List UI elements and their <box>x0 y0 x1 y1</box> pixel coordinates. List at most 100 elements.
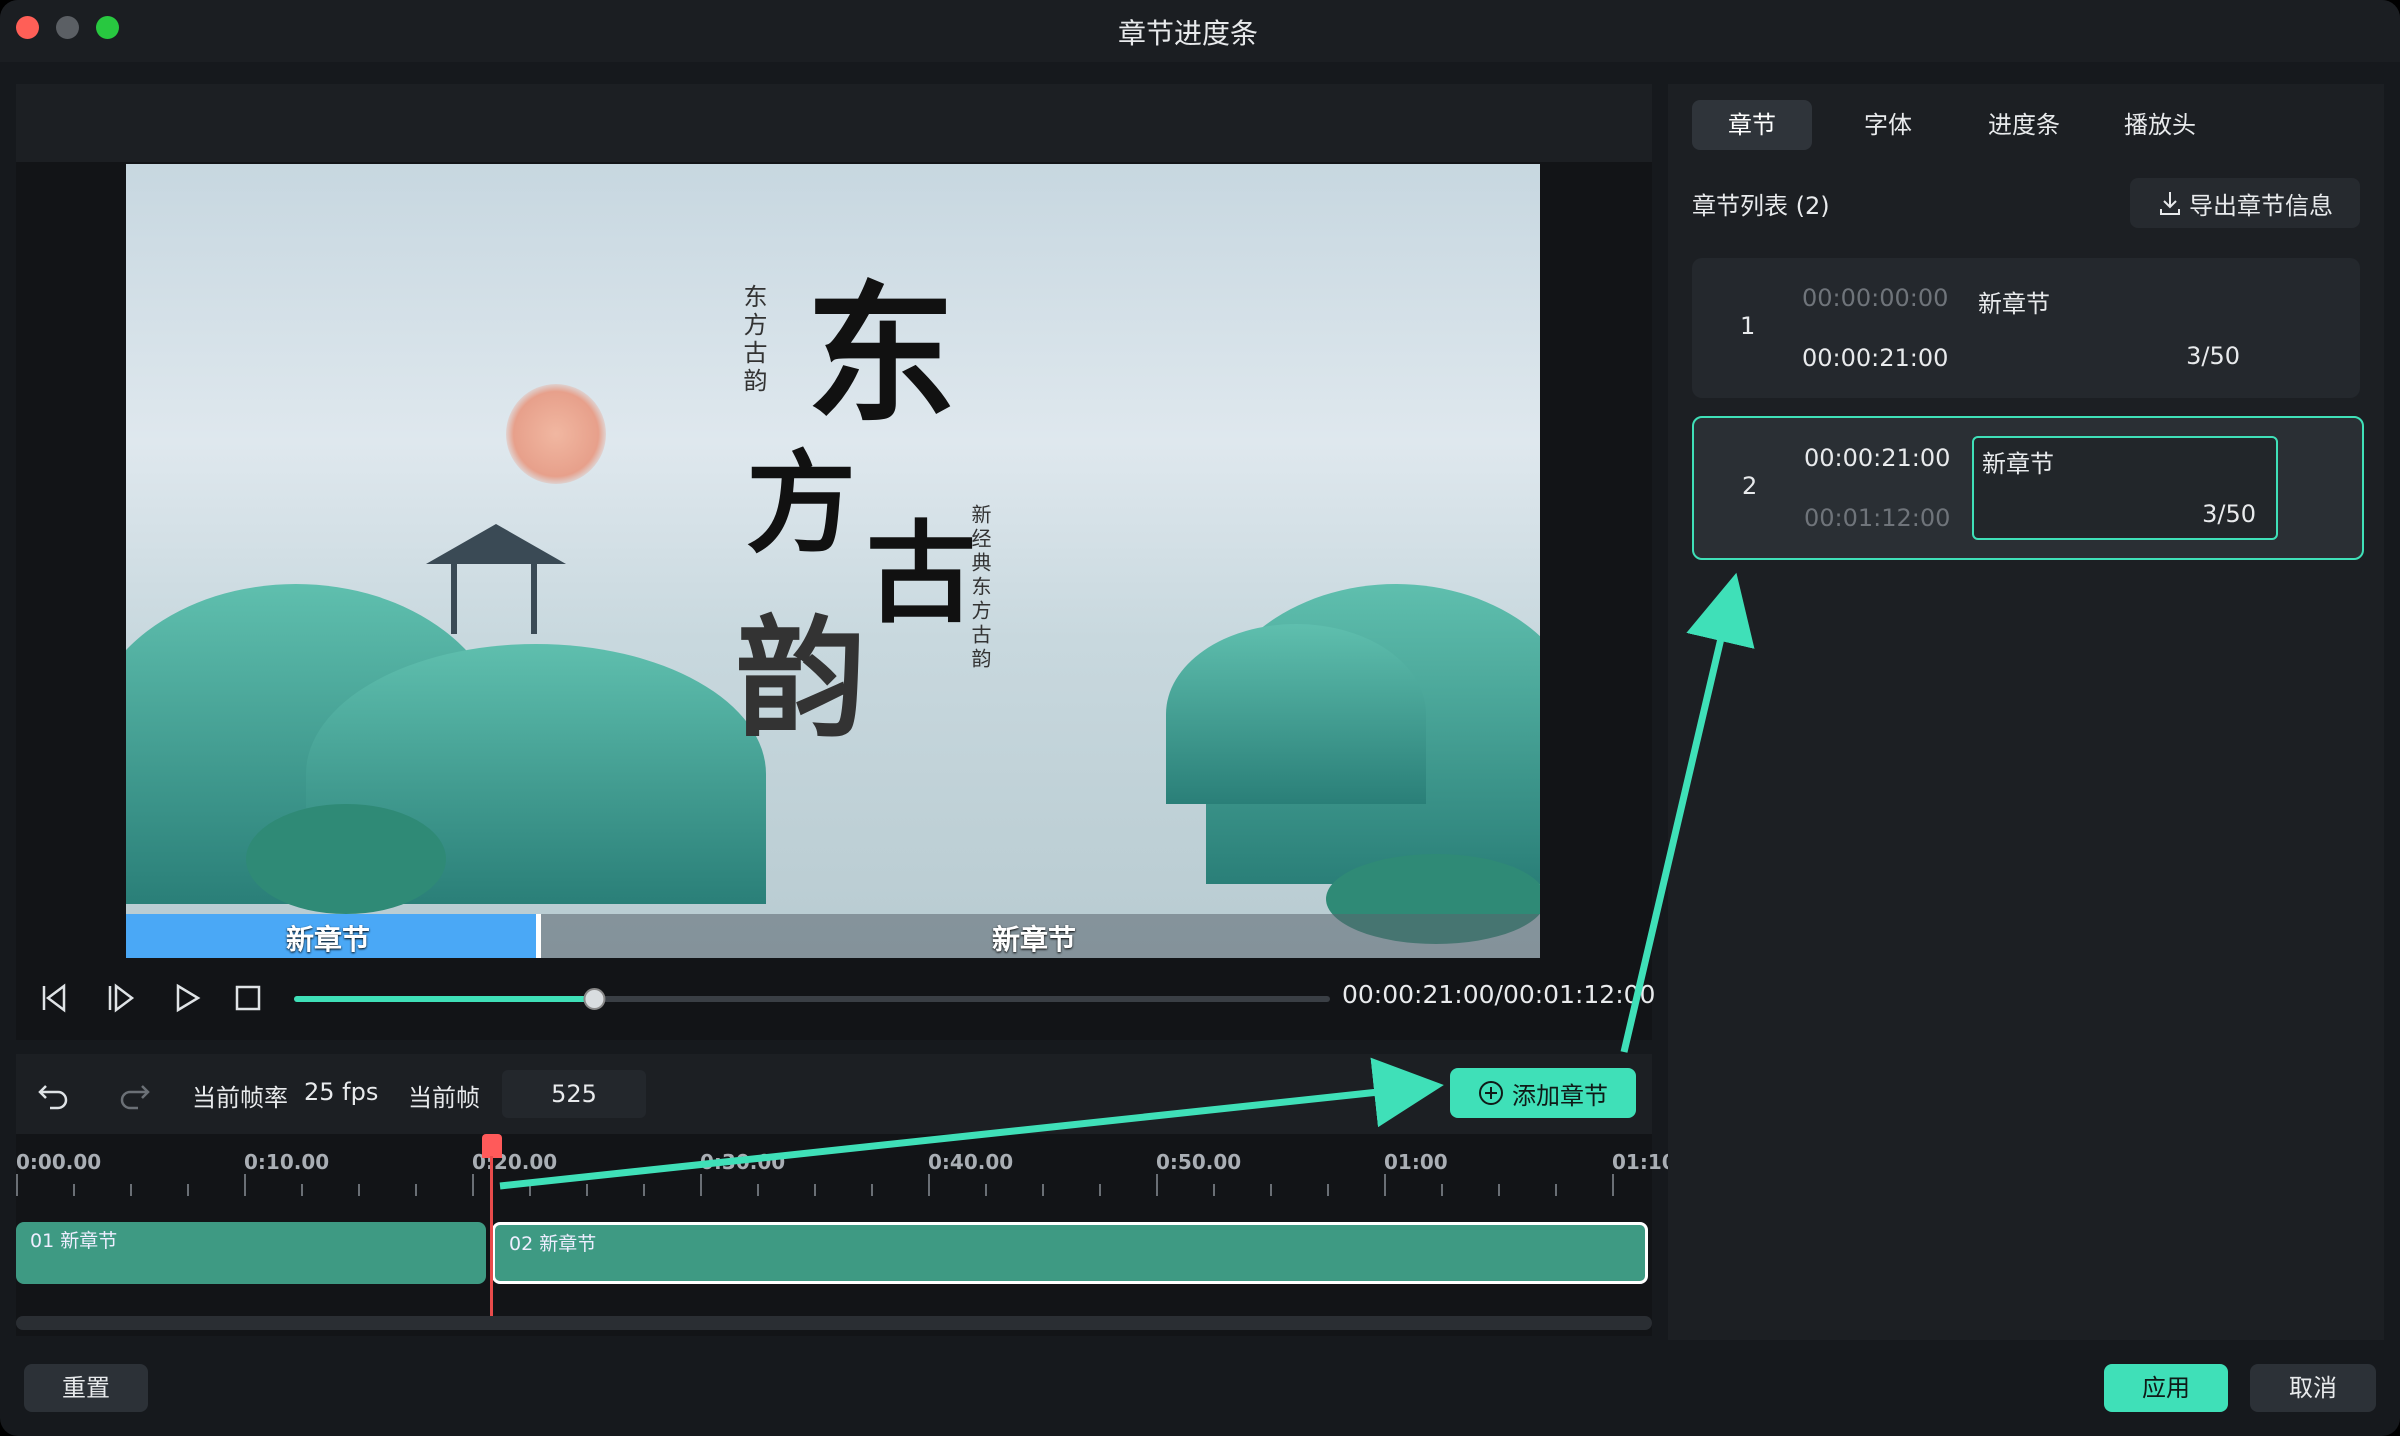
reset-button[interactable]: 重置 <box>24 1364 148 1412</box>
ruler-tick <box>757 1184 759 1196</box>
scrubber-handle[interactable] <box>583 988 606 1010</box>
chapter-clip[interactable]: 01 新章节 <box>16 1222 486 1284</box>
export-chapter-info-button[interactable]: 导出章节信息 <box>2130 178 2360 228</box>
ruler-tick <box>871 1184 873 1196</box>
ruler-tick <box>1327 1184 1329 1196</box>
tab-chapter[interactable]: 章节 <box>1692 100 1812 150</box>
ruler-time-label: 0:40.00 <box>928 1150 1014 1174</box>
chapter-start-time: 00:00:00:00 <box>1802 284 1949 312</box>
previous-frame-button[interactable] <box>34 978 74 1018</box>
chapter-list-title: 章节列表 (2) <box>1692 192 1830 220</box>
undo-icon <box>38 1085 68 1110</box>
chapter-progress-window: 章节进度条 东 方 古 韵 东方古韵 新经典东方古韵 新章节 新章节 00:00… <box>0 0 2400 1436</box>
current-frame-input[interactable]: 525 <box>502 1070 646 1118</box>
ruler-tick <box>586 1184 588 1196</box>
timeline-panel: 当前帧率 25 fps 当前帧 525 添加章节 0:00.00 0:10.00 0… <box>16 1054 1676 1336</box>
chapter-divider <box>536 914 541 958</box>
hill-illustration <box>1166 624 1426 804</box>
export-label: 导出章节信息 <box>2189 191 2333 220</box>
tab-playhead[interactable]: 播放头 <box>2100 100 2220 150</box>
ruler-tick <box>700 1174 702 1196</box>
ruler-time-label: 0:00.00 <box>16 1150 102 1174</box>
step-forward-icon <box>108 983 135 1013</box>
title-bar: 章节进度条 <box>0 0 2400 62</box>
ruler-tick <box>1213 1184 1215 1196</box>
preview-top-bar <box>16 84 1652 162</box>
ruler-time-label: 0:10.00 <box>244 1150 330 1174</box>
ruler-tick <box>1042 1184 1044 1196</box>
frame-rate-label: 当前帧率 <box>192 1084 288 1112</box>
settings-panel: 章节 字体 进度条 播放头 章节列表 (2) 导出章节信息 1 00:00:00… <box>1668 84 2384 1340</box>
chapter-progress-bar: 新章节 新章节 <box>126 914 1540 958</box>
timeline-toolbar: 当前帧率 25 fps 当前帧 525 添加章节 <box>16 1054 1652 1134</box>
calligraphy-character: 古 <box>866 509 976 638</box>
ruler-tick <box>1384 1174 1386 1196</box>
ruler-tick <box>1498 1184 1500 1196</box>
playhead-line <box>490 1156 493 1322</box>
download-icon <box>2160 192 2180 215</box>
chapter-name: 新章节 <box>1982 450 2054 478</box>
add-chapter-label: 添加章节 <box>1512 1081 1608 1110</box>
sun-illustration <box>506 384 606 484</box>
tab-font[interactable]: 字体 <box>1828 100 1948 150</box>
add-chapter-button[interactable]: 添加章节 <box>1450 1068 1636 1118</box>
chapter-start-time[interactable]: 00:00:21:00 <box>1804 444 1950 472</box>
preview-panel: 东 方 古 韵 东方古韵 新经典东方古韵 新章节 新章节 00:00:21:00… <box>16 84 1656 1040</box>
window-title: 章节进度条 <box>1117 17 1258 50</box>
redo-icon <box>120 1085 150 1110</box>
chapter-name[interactable]: 新章节 <box>1978 284 2050 319</box>
playback-scrubber[interactable] <box>294 984 1334 1014</box>
ruler-time-label: 01:10 <box>1612 1150 1676 1174</box>
ruler-tick <box>16 1174 18 1196</box>
redo-button[interactable] <box>116 1074 152 1114</box>
step-back-icon <box>42 983 66 1013</box>
timeline-ruler[interactable]: 0:00.00 0:10.00 0:20.00 0:30.00 0:40.00 0:50.… <box>16 1134 1676 1204</box>
ruler-tick <box>985 1184 987 1196</box>
chapter-end-time[interactable]: 00:00:21:00 <box>1802 344 1948 372</box>
chapter-segment-label: 新章节 <box>286 923 371 956</box>
stop-button[interactable] <box>228 978 268 1018</box>
pavilion-illustration <box>426 524 566 634</box>
chapter-name-field[interactable]: 新章节 3/50 <box>1972 436 2278 540</box>
play-button[interactable] <box>166 978 206 1018</box>
undo-button[interactable] <box>36 1074 72 1114</box>
timeline-scrollbar[interactable] <box>16 1316 1652 1330</box>
video-preview: 东 方 古 韵 东方古韵 新经典东方古韵 新章节 新章节 <box>126 164 1540 958</box>
chapter-index: 2 <box>1742 472 1758 500</box>
timecode-display: 00:00:21:00/00:01:12:00 <box>1342 980 1656 1009</box>
apply-button[interactable]: 应用 <box>2104 1364 2228 1412</box>
plus-circle-icon <box>1479 1081 1503 1105</box>
calligraphy-subtitle: 东方古韵 <box>739 284 767 396</box>
tab-progress-bar[interactable]: 进度条 <box>1964 100 2084 150</box>
playhead-handle[interactable] <box>482 1134 502 1158</box>
calligraphy-character: 方 <box>746 439 856 568</box>
stop-icon <box>235 985 261 1011</box>
play-icon <box>176 983 201 1013</box>
ruler-time-label: 01:00 <box>1384 1150 1448 1174</box>
ruler-tick <box>928 1174 930 1196</box>
chapter-end-time: 00:01:12:00 <box>1804 504 1951 532</box>
next-frame-button[interactable] <box>100 978 140 1018</box>
ruler-tick <box>1555 1184 1557 1196</box>
chapter-clip-label: 02 新章节 <box>509 1233 597 1255</box>
ruler-tick <box>529 1184 531 1196</box>
chapter-list-item-selected[interactable]: 2 00:00:21:00 00:01:12:00 新章节 3/50 <box>1692 416 2364 560</box>
chapter-clip-selected[interactable]: 02 新章节 <box>492 1222 1648 1284</box>
current-frame-label: 当前帧 <box>408 1084 480 1112</box>
calligraphy-side-text: 新经典东方古韵 <box>968 504 992 672</box>
ruler-tick <box>643 1184 645 1196</box>
ruler-tick <box>1099 1184 1101 1196</box>
cancel-button[interactable]: 取消 <box>2250 1364 2376 1412</box>
chapter-clip-label: 01 新章节 <box>30 1230 118 1252</box>
chapter-name-char-count: 3/50 <box>2202 500 2256 528</box>
playback-controls: 00:00:21:00/00:01:12:00 <box>16 958 1656 1040</box>
ruler-tick <box>1612 1174 1614 1196</box>
settings-tabs: 章节 字体 进度条 播放头 <box>1692 100 2372 150</box>
ruler-time-label: 0:50.00 <box>1156 1150 1242 1174</box>
ruler-tick <box>358 1184 360 1196</box>
chapter-list-item[interactable]: 1 00:00:00:00 00:00:21:00 新章节 3/50 <box>1692 258 2360 398</box>
ruler-tick <box>301 1184 303 1196</box>
ruler-tick <box>187 1184 189 1196</box>
ruler-tick <box>415 1184 417 1196</box>
ruler-time-label: 0:30.00 <box>700 1150 786 1174</box>
